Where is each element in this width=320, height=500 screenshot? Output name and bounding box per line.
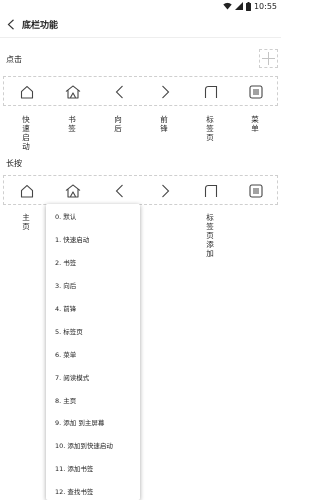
status-icons: 10:55 bbox=[223, 0, 277, 12]
click-slot-forward[interactable] bbox=[142, 77, 188, 107]
battery-icon bbox=[245, 1, 251, 11]
back-arrow-icon bbox=[115, 85, 123, 99]
back-chevron-icon bbox=[7, 19, 14, 30]
dropdown-option[interactable]: 0. 默认 bbox=[46, 205, 140, 228]
long-press-slot-forward[interactable] bbox=[142, 176, 188, 206]
bookmark-icon bbox=[65, 184, 81, 198]
dropdown-option[interactable]: 6. 菜单 bbox=[46, 342, 140, 365]
home-icon bbox=[20, 184, 34, 198]
long-press-label-4: 标签页添加 bbox=[206, 213, 214, 258]
add-button[interactable] bbox=[259, 49, 278, 68]
dropdown-option[interactable]: 9. 添加 到主屏幕 bbox=[46, 411, 140, 434]
forward-arrow-icon bbox=[161, 184, 169, 198]
dropdown-option[interactable]: 5. 标签页 bbox=[46, 319, 140, 342]
page-title: 底栏功能 bbox=[22, 21, 59, 31]
click-slot-bookmark[interactable] bbox=[50, 77, 96, 107]
dropdown-option[interactable]: 11. 添加书签 bbox=[46, 457, 140, 480]
long-press-slot-home[interactable] bbox=[4, 176, 50, 206]
dropdown-option[interactable]: 12. 查找书签 bbox=[46, 480, 140, 500]
click-slot-home[interactable] bbox=[4, 77, 50, 107]
dropdown-option[interactable]: 7. 阅读模式 bbox=[46, 365, 140, 388]
menu-icon bbox=[249, 184, 263, 198]
long-press-slot-tabs[interactable] bbox=[188, 176, 234, 206]
forward-arrow-icon bbox=[161, 85, 169, 99]
dropdown-option[interactable]: 2. 书签 bbox=[46, 251, 140, 274]
click-label-4: 标签页 bbox=[206, 115, 214, 142]
plus-icon bbox=[262, 52, 275, 65]
long-press-section-label: 长按 bbox=[6, 159, 22, 168]
bookmark-icon bbox=[65, 85, 81, 99]
clock: 10:55 bbox=[253, 1, 277, 11]
click-slot-back[interactable] bbox=[96, 77, 142, 107]
signal-icon bbox=[234, 2, 243, 10]
long-press-slot-menu[interactable] bbox=[233, 176, 279, 206]
tabs-icon bbox=[204, 85, 218, 98]
dropdown-option[interactable]: 1. 快速启动 bbox=[46, 228, 140, 251]
long-press-slot-back[interactable] bbox=[96, 176, 142, 206]
action-dropdown: 0. 默认 1. 快速启动 2. 书签 3. 向后 4. 前锋 5. 标签页 6… bbox=[46, 204, 140, 500]
click-slot-tabs[interactable] bbox=[188, 77, 234, 107]
back-button[interactable] bbox=[0, 12, 22, 38]
click-label-0: 快速启动 bbox=[22, 115, 30, 151]
long-press-label-0: 主页 bbox=[22, 213, 30, 231]
click-label-5: 菜单 bbox=[251, 115, 259, 133]
click-action-row bbox=[3, 76, 278, 106]
click-section-label: 点击 bbox=[6, 55, 22, 64]
wifi-icon bbox=[223, 2, 232, 10]
click-slot-menu[interactable] bbox=[233, 77, 279, 107]
dropdown-option[interactable]: 3. 向后 bbox=[46, 274, 140, 297]
long-press-action-row bbox=[3, 175, 278, 205]
dropdown-option[interactable]: 4. 前锋 bbox=[46, 297, 140, 320]
dropdown-option[interactable]: 8. 主页 bbox=[46, 388, 140, 411]
click-label-2: 向后 bbox=[114, 115, 122, 133]
title-bar: 底栏功能 bbox=[0, 12, 281, 38]
long-press-slot-bookmark[interactable] bbox=[50, 176, 96, 206]
back-arrow-icon bbox=[115, 184, 123, 198]
tabs-icon bbox=[204, 184, 218, 197]
click-label-1: 书签 bbox=[68, 115, 76, 133]
menu-icon bbox=[249, 85, 263, 99]
dropdown-option[interactable]: 10. 添加到快速启动 bbox=[46, 434, 140, 457]
status-bar: 10:55 bbox=[0, 0, 281, 12]
home-icon bbox=[20, 85, 34, 99]
click-label-3: 前锋 bbox=[160, 115, 168, 133]
